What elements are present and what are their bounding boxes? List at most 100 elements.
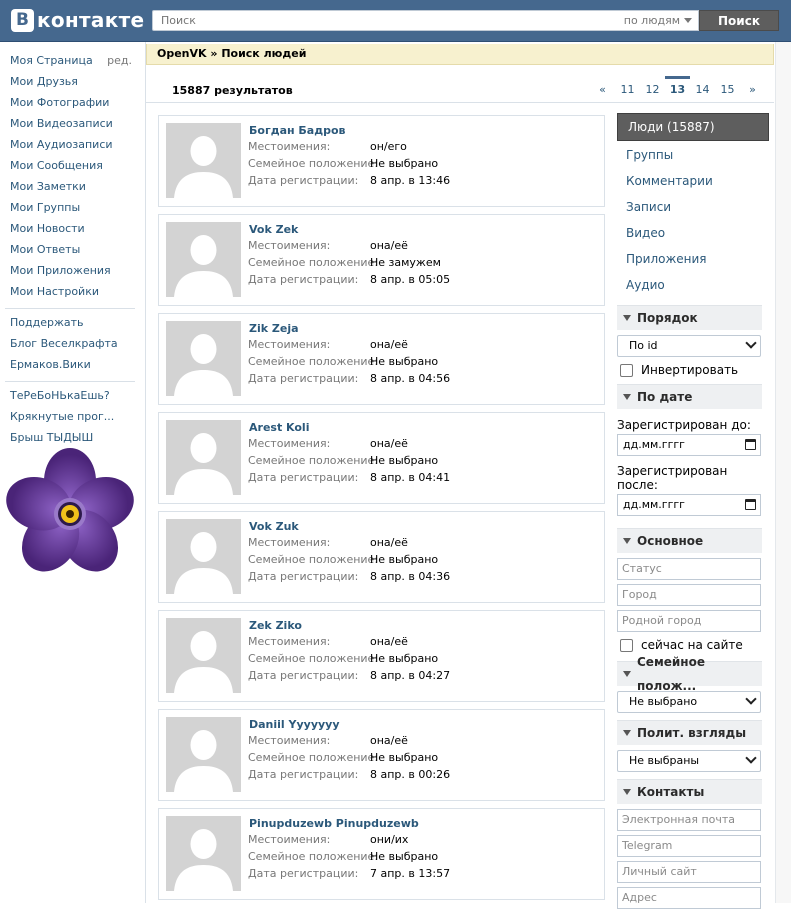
nav-item-friends[interactable]: Мои Друзья — [0, 71, 140, 92]
website-input[interactable]: Личный сайт — [617, 861, 761, 883]
search-button[interactable]: Поиск — [699, 10, 779, 31]
page-gutter — [775, 42, 791, 903]
tab-groups[interactable]: Группы — [617, 142, 769, 168]
marital-status-value: Не выбрано — [370, 553, 439, 566]
pronouns-value: она/её — [370, 239, 408, 252]
nav-link-wiki[interactable]: Ермаков.Вики — [0, 354, 140, 375]
registration-value: 8 апр. в 04:27 — [370, 669, 451, 682]
collapse-triangle-icon — [623, 315, 631, 321]
nav-item-messages[interactable]: Мои Сообщения — [0, 155, 140, 176]
result-card: Zik Zeja Местоимения: она/её Семейное полож… — [158, 313, 605, 405]
nav-item-notes[interactable]: Мои Заметки — [0, 176, 140, 197]
edit-link[interactable]: ред. — [107, 50, 132, 71]
avatar[interactable] — [166, 321, 241, 396]
pronouns-value: она/её — [370, 338, 408, 351]
nav-link-extra-3[interactable]: Брыш ТЫДЫШ — [0, 427, 140, 448]
nav-link-donate[interactable]: Поддержать — [0, 312, 140, 333]
pager-page[interactable]: 11 — [615, 76, 640, 98]
registration-label: Дата регистрации: — [248, 471, 359, 484]
nav-item-videos[interactable]: Мои Видеозаписи — [0, 113, 140, 134]
hometown-input[interactable]: Родной город — [617, 610, 761, 632]
marital-section-header[interactable]: Семейное полож... — [617, 655, 762, 693]
registration-value: 7 апр. в 13:57 — [370, 867, 451, 880]
avatar[interactable] — [166, 519, 241, 594]
nav-item-my-page[interactable]: Моя Страница ред. — [0, 50, 140, 71]
address-input[interactable]: Адрес — [617, 887, 761, 909]
search-filters: Люди (15887) Группы Комментарии Записи В… — [617, 113, 769, 909]
result-name[interactable]: Vok Zuk — [249, 520, 299, 533]
pronouns-label: Местоимения: — [248, 338, 331, 351]
tab-posts[interactable]: Записи — [617, 194, 769, 220]
result-card: Vok Zuk Местоимения: она/её Семейное положе… — [158, 511, 605, 603]
search-input[interactable] — [159, 13, 624, 28]
registered-after-input[interactable]: дд.мм.гггг — [617, 494, 761, 516]
politics-select[interactable]: Не выбраны — [617, 750, 761, 772]
contacts-section-header[interactable]: Контакты — [617, 779, 762, 804]
marital-status-label: Семейное положение: — [248, 157, 379, 170]
tab-audio[interactable]: Аудио — [617, 272, 769, 298]
nav-item-apps[interactable]: Мои Приложения — [0, 260, 140, 281]
result-card: Arest Koli Местоимения: она/её Семейное пол… — [158, 412, 605, 504]
pager-page[interactable]: 12 — [640, 76, 665, 98]
registration-label: Дата регистрации: — [248, 570, 359, 583]
registration-value: 8 апр. в 13:46 — [370, 174, 451, 187]
invert-checkbox-row[interactable]: Инвертировать — [617, 361, 769, 379]
registration-value: 8 апр. в 04:41 — [370, 471, 451, 484]
telegram-input[interactable]: Telegram — [617, 835, 761, 857]
nav-link-blog[interactable]: Блог Веселкрафта — [0, 333, 140, 354]
nav-item-groups[interactable]: Мои Группы — [0, 197, 140, 218]
basic-section-header[interactable]: Основное — [617, 528, 762, 553]
result-name[interactable]: Богдан Бадров — [249, 124, 346, 137]
avatar[interactable] — [166, 123, 241, 198]
forget-me-not-flower-image — [6, 448, 134, 572]
status-input[interactable]: Статус — [617, 558, 761, 580]
result-name[interactable]: Zik Zeja — [249, 322, 299, 335]
tab-comments[interactable]: Комментарии — [617, 168, 769, 194]
result-name[interactable]: Vok Zek — [249, 223, 298, 236]
date-section-header[interactable]: По дате — [617, 384, 762, 409]
online-checkbox[interactable] — [620, 638, 633, 652]
avatar[interactable] — [166, 618, 241, 693]
pager-page[interactable]: 14 — [690, 76, 715, 98]
pager-last[interactable]: » — [740, 76, 765, 98]
nav-item-audios[interactable]: Мои Аудиозаписи — [0, 134, 140, 155]
marital-status-value: Не выбрано — [370, 355, 439, 368]
nav-item-news[interactable]: Мои Новости — [0, 218, 140, 239]
calendar-icon[interactable] — [745, 499, 756, 510]
marital-status-label: Семейное положение: — [248, 454, 379, 467]
nav-item-answers[interactable]: Мои Ответы — [0, 239, 140, 260]
registered-before-input[interactable]: дд.мм.гггг — [617, 434, 761, 456]
politics-section-header[interactable]: Полит. взгляды — [617, 720, 762, 745]
nav-item-photos[interactable]: Мои Фотографии — [0, 92, 140, 113]
order-select[interactable]: По id — [617, 335, 761, 357]
pager-page[interactable]: 15 — [715, 76, 740, 98]
order-section-header[interactable]: Порядок — [617, 305, 762, 330]
tab-people[interactable]: Люди (15887) — [617, 113, 769, 141]
nav-link-extra-2[interactable]: Крякнутые прог... — [0, 406, 140, 427]
avatar[interactable] — [166, 222, 241, 297]
avatar[interactable] — [166, 816, 241, 891]
calendar-icon[interactable] — [745, 439, 756, 450]
tab-apps[interactable]: Приложения — [617, 246, 769, 272]
invert-checkbox[interactable] — [620, 363, 633, 377]
pronouns-label: Местоимения: — [248, 239, 331, 252]
nav-link-extra-1[interactable]: ТеРеБоНЬкаЕшь? — [0, 385, 140, 406]
result-name[interactable]: Arest Koli — [249, 421, 309, 434]
result-name[interactable]: Zek Ziko — [249, 619, 302, 632]
avatar[interactable] — [166, 717, 241, 792]
results-count: 15887 результатов — [172, 84, 293, 97]
search-scope-select[interactable]: по людям — [624, 14, 680, 27]
site-logo[interactable]: В контакте — [11, 7, 144, 33]
city-input[interactable]: Город — [617, 584, 761, 606]
tab-videos[interactable]: Видео — [617, 220, 769, 246]
marital-status-label: Семейное положение: — [248, 256, 379, 269]
nav-item-settings[interactable]: Мои Настройки — [0, 281, 140, 302]
pager-first[interactable]: « — [590, 76, 615, 98]
avatar[interactable] — [166, 420, 241, 495]
email-input[interactable]: Электронная почта — [617, 809, 761, 831]
marital-status-value: Не выбрано — [370, 652, 439, 665]
result-name[interactable]: Daniil Yyyyyyy — [249, 718, 340, 731]
marital-select[interactable]: Не выбрано — [617, 691, 761, 713]
chevron-down-icon[interactable] — [684, 18, 692, 23]
result-name[interactable]: Pinupduzewb Pinupduzewb — [249, 817, 419, 830]
